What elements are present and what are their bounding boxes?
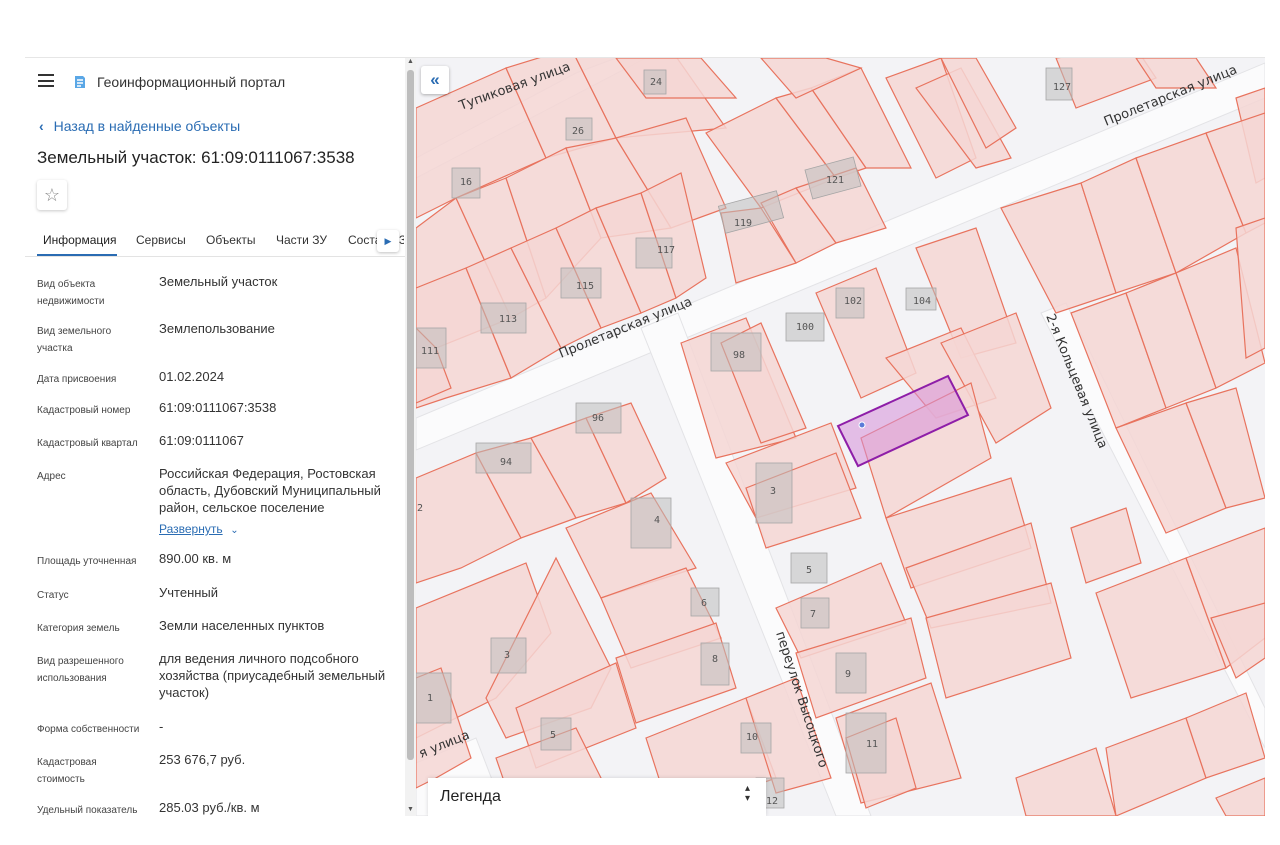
parcel-number: 96 <box>592 413 604 424</box>
field-value: 890.00 кв. м <box>159 551 232 566</box>
parcel-number: 119 <box>734 218 752 229</box>
field-value: 61:09:0111067:3538 <box>159 400 277 415</box>
parcel-number: 16 <box>460 177 472 188</box>
field-value: Земли населенных пунктов <box>159 618 325 633</box>
field-label: Статус <box>37 590 69 601</box>
field-label: Кадастровый номер <box>37 405 131 416</box>
scroll-up-icon[interactable]: ▲ <box>405 58 416 68</box>
scroll-down-icon[interactable]: ▼ <box>405 806 416 816</box>
chevron-down-icon: ⌄ <box>230 525 239 536</box>
page-title: Земельный участок: 61:09:0111067:3538 <box>37 148 355 167</box>
field-value: для ведения личного подсобного хозяйства… <box>159 651 386 700</box>
parcel-number: 8 <box>712 654 718 665</box>
field-label: Адрес <box>37 471 66 482</box>
parcel-number: 111 <box>421 346 439 357</box>
field-label: Вид земельного участка <box>37 326 112 354</box>
tab-services[interactable]: Сервисы <box>136 233 186 247</box>
panel-scrollbar[interactable]: ▲ ▼ <box>405 58 416 816</box>
map-canvas[interactable]: Тупиковая улица Пролетарская улица Проле… <box>416 58 1265 816</box>
parcel <box>1215 777 1265 816</box>
field-value: 253 676,7 руб. <box>159 752 246 767</box>
field-value: 01.02.2024 <box>159 369 225 384</box>
parcel <box>815 267 917 399</box>
info-panel: Геоинформационный портал ‹ Назад в найден… <box>25 58 405 816</box>
active-tab-indicator <box>37 254 117 256</box>
field-value: Землепользование <box>159 321 275 336</box>
parcel-number: 1 <box>427 693 433 704</box>
tab-objects[interactable]: Объекты <box>206 233 256 247</box>
parcel-number: 10 <box>746 732 758 743</box>
parcel-number: 3 <box>504 650 510 661</box>
chevron-left-icon: ‹ <box>39 118 44 134</box>
field-label: Вид разрешенного использования <box>37 656 124 684</box>
legend-toggle[interactable]: Легенда ▴ ▾ <box>428 778 766 816</box>
field-label: Категория земель <box>37 623 120 634</box>
selected-parcel-marker-icon <box>858 421 866 429</box>
field-label: Форма собственности <box>37 724 140 735</box>
tab-bar: Информация Сервисы Объекты Части ЗУ Сост… <box>25 226 405 257</box>
parcel-number: 100 <box>796 322 814 333</box>
parcel-number: 117 <box>657 245 675 256</box>
parcel-number: 11 <box>866 739 878 750</box>
field-label: Вид объекта недвижимости <box>37 279 105 307</box>
field-label: Дата присвоения <box>37 374 117 385</box>
building <box>416 672 452 724</box>
expand-collapse-icon: ▴ ▾ <box>744 783 750 804</box>
parcel <box>1015 747 1117 816</box>
parcel-number: 5 <box>806 565 812 576</box>
parcel-number: 9 <box>845 669 851 680</box>
building <box>630 497 672 549</box>
back-link-label: Назад в найденные объекты <box>53 118 241 134</box>
app-title: Геоинформационный портал <box>97 74 286 90</box>
back-link[interactable]: ‹ Назад в найденные объекты <box>39 118 240 134</box>
field-value: 61:09:0111067 <box>159 433 244 448</box>
parcel-number: 94 <box>500 457 512 468</box>
field-value: Учтенный <box>159 585 219 600</box>
menu-icon[interactable] <box>38 74 54 87</box>
field-value: 285.03 руб./кв. м <box>159 800 260 815</box>
field-value: Российская Федерация, Ростовская область… <box>159 466 381 515</box>
field-value: - <box>159 719 164 734</box>
parcel-number: 4 <box>654 515 660 526</box>
legend-label: Легенда <box>440 788 501 805</box>
parcel-number: 113 <box>499 314 517 325</box>
parcel <box>1070 507 1142 584</box>
scrollbar-thumb[interactable] <box>407 70 414 760</box>
collapse-panel-icon[interactable]: « <box>421 66 449 94</box>
field-label: Площадь уточненная <box>37 556 137 567</box>
parcel-number: 121 <box>826 175 844 186</box>
parcel-number: 127 <box>1053 82 1071 93</box>
tab-information[interactable]: Информация <box>43 233 116 247</box>
top-bar: Геоинформационный портал <box>25 58 405 104</box>
parcel-number: 98 <box>733 350 745 361</box>
parcel-number: 12 <box>766 796 778 807</box>
parcel-number: 102 <box>844 296 862 307</box>
tab-parts[interactable]: Части ЗУ <box>276 233 327 247</box>
tabs-next-arrow-icon[interactable]: ▶ <box>377 230 399 252</box>
parcel-number: 26 <box>572 126 584 137</box>
parcel-number: 115 <box>576 281 594 292</box>
favorite-star-icon[interactable]: ☆ <box>37 180 67 210</box>
expand-label: Развернуть <box>159 522 223 536</box>
parcel-number: 3 <box>770 486 776 497</box>
field-value: Земельный участок <box>159 274 278 289</box>
app-frame: Геоинформационный портал ‹ Назад в найден… <box>25 57 1265 816</box>
field-label: Кадастровый квартал <box>37 438 138 449</box>
parcel-number: 5 <box>550 730 556 741</box>
logo-icon <box>75 76 85 88</box>
parcel-number: 104 <box>913 296 931 307</box>
parcel-number: 24 <box>650 77 662 88</box>
address-expand-link[interactable]: Развернуть ⌄ <box>159 520 399 539</box>
field-label: Кадастровая стоимость <box>37 757 97 785</box>
map-view[interactable]: Тупиковая улица Пролетарская улица Проле… <box>416 58 1265 816</box>
parcel-number: 2 <box>417 503 423 514</box>
parcel-number: 7 <box>810 609 816 620</box>
parcel-number: 6 <box>701 598 707 609</box>
field-label: Удельный показатель <box>37 805 138 816</box>
